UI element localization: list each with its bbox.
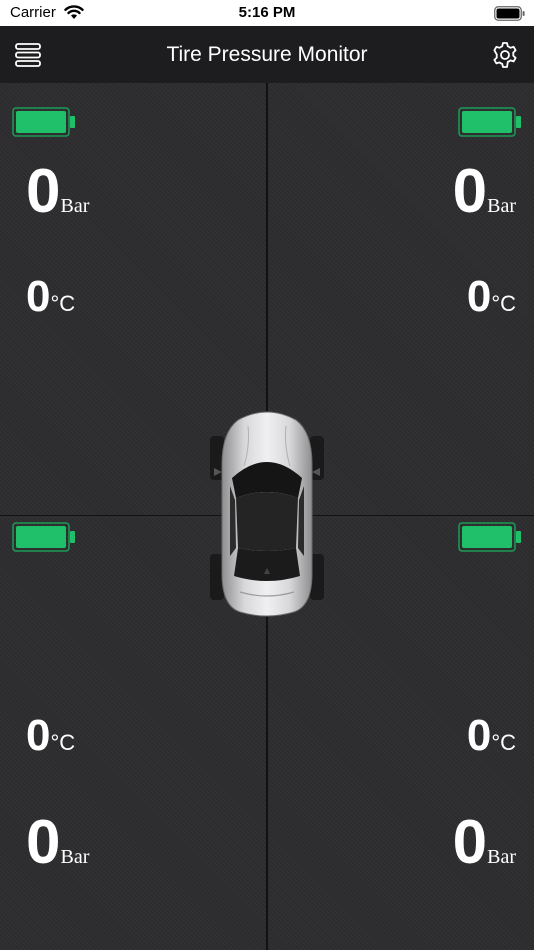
sensor-battery-icon <box>458 107 521 137</box>
sensor-battery-icon <box>458 522 521 552</box>
car-top-view-icon <box>210 411 324 617</box>
temperature-value: 0 <box>26 272 51 321</box>
nav-bar: Tire Pressure Monitor <box>0 26 534 83</box>
pressure-value: 0 <box>26 157 61 226</box>
rear-right-temperature: 0°C <box>467 714 516 758</box>
page-title: Tire Pressure Monitor <box>166 43 368 66</box>
temperature-unit: °C <box>50 730 76 755</box>
status-time: 5:16 PM <box>238 4 296 21</box>
temperature-value: 0 <box>466 272 492 321</box>
pressure-unit: Bar <box>60 195 90 217</box>
temperature-value: 0 <box>466 711 492 760</box>
front-right-pressure: 0Bar <box>453 161 516 223</box>
tire-grid: 0Bar 0°C 0Bar 0°C 0°C 0Bar 0°C 0Bar <box>0 83 534 950</box>
temperature-unit: °C <box>491 291 516 316</box>
pressure-value: 0 <box>26 808 61 877</box>
pressure-unit: Bar <box>60 846 90 868</box>
temperature-unit: °C <box>491 730 516 755</box>
front-right-temperature: 0°C <box>467 275 516 319</box>
temperature-value: 0 <box>26 711 51 760</box>
sensor-battery-icon <box>12 107 75 137</box>
pressure-value: 0 <box>452 808 488 877</box>
sensor-battery-icon <box>12 522 75 552</box>
front-left-temperature: 0°C <box>26 275 75 319</box>
pressure-unit: Bar <box>487 195 516 217</box>
temperature-unit: °C <box>50 291 76 316</box>
rear-right-pressure: 0Bar <box>453 812 516 874</box>
battery-status-icon <box>494 6 525 21</box>
pressure-value: 0 <box>452 157 488 226</box>
gear-icon <box>493 42 517 68</box>
rear-left-temperature: 0°C <box>26 714 75 758</box>
rear-left-pressure: 0Bar <box>26 812 89 874</box>
front-left-pressure: 0Bar <box>26 161 89 223</box>
status-bar: Carrier 5:16 PM <box>0 0 534 26</box>
settings-button[interactable] <box>491 41 519 69</box>
pressure-unit: Bar <box>487 846 516 868</box>
